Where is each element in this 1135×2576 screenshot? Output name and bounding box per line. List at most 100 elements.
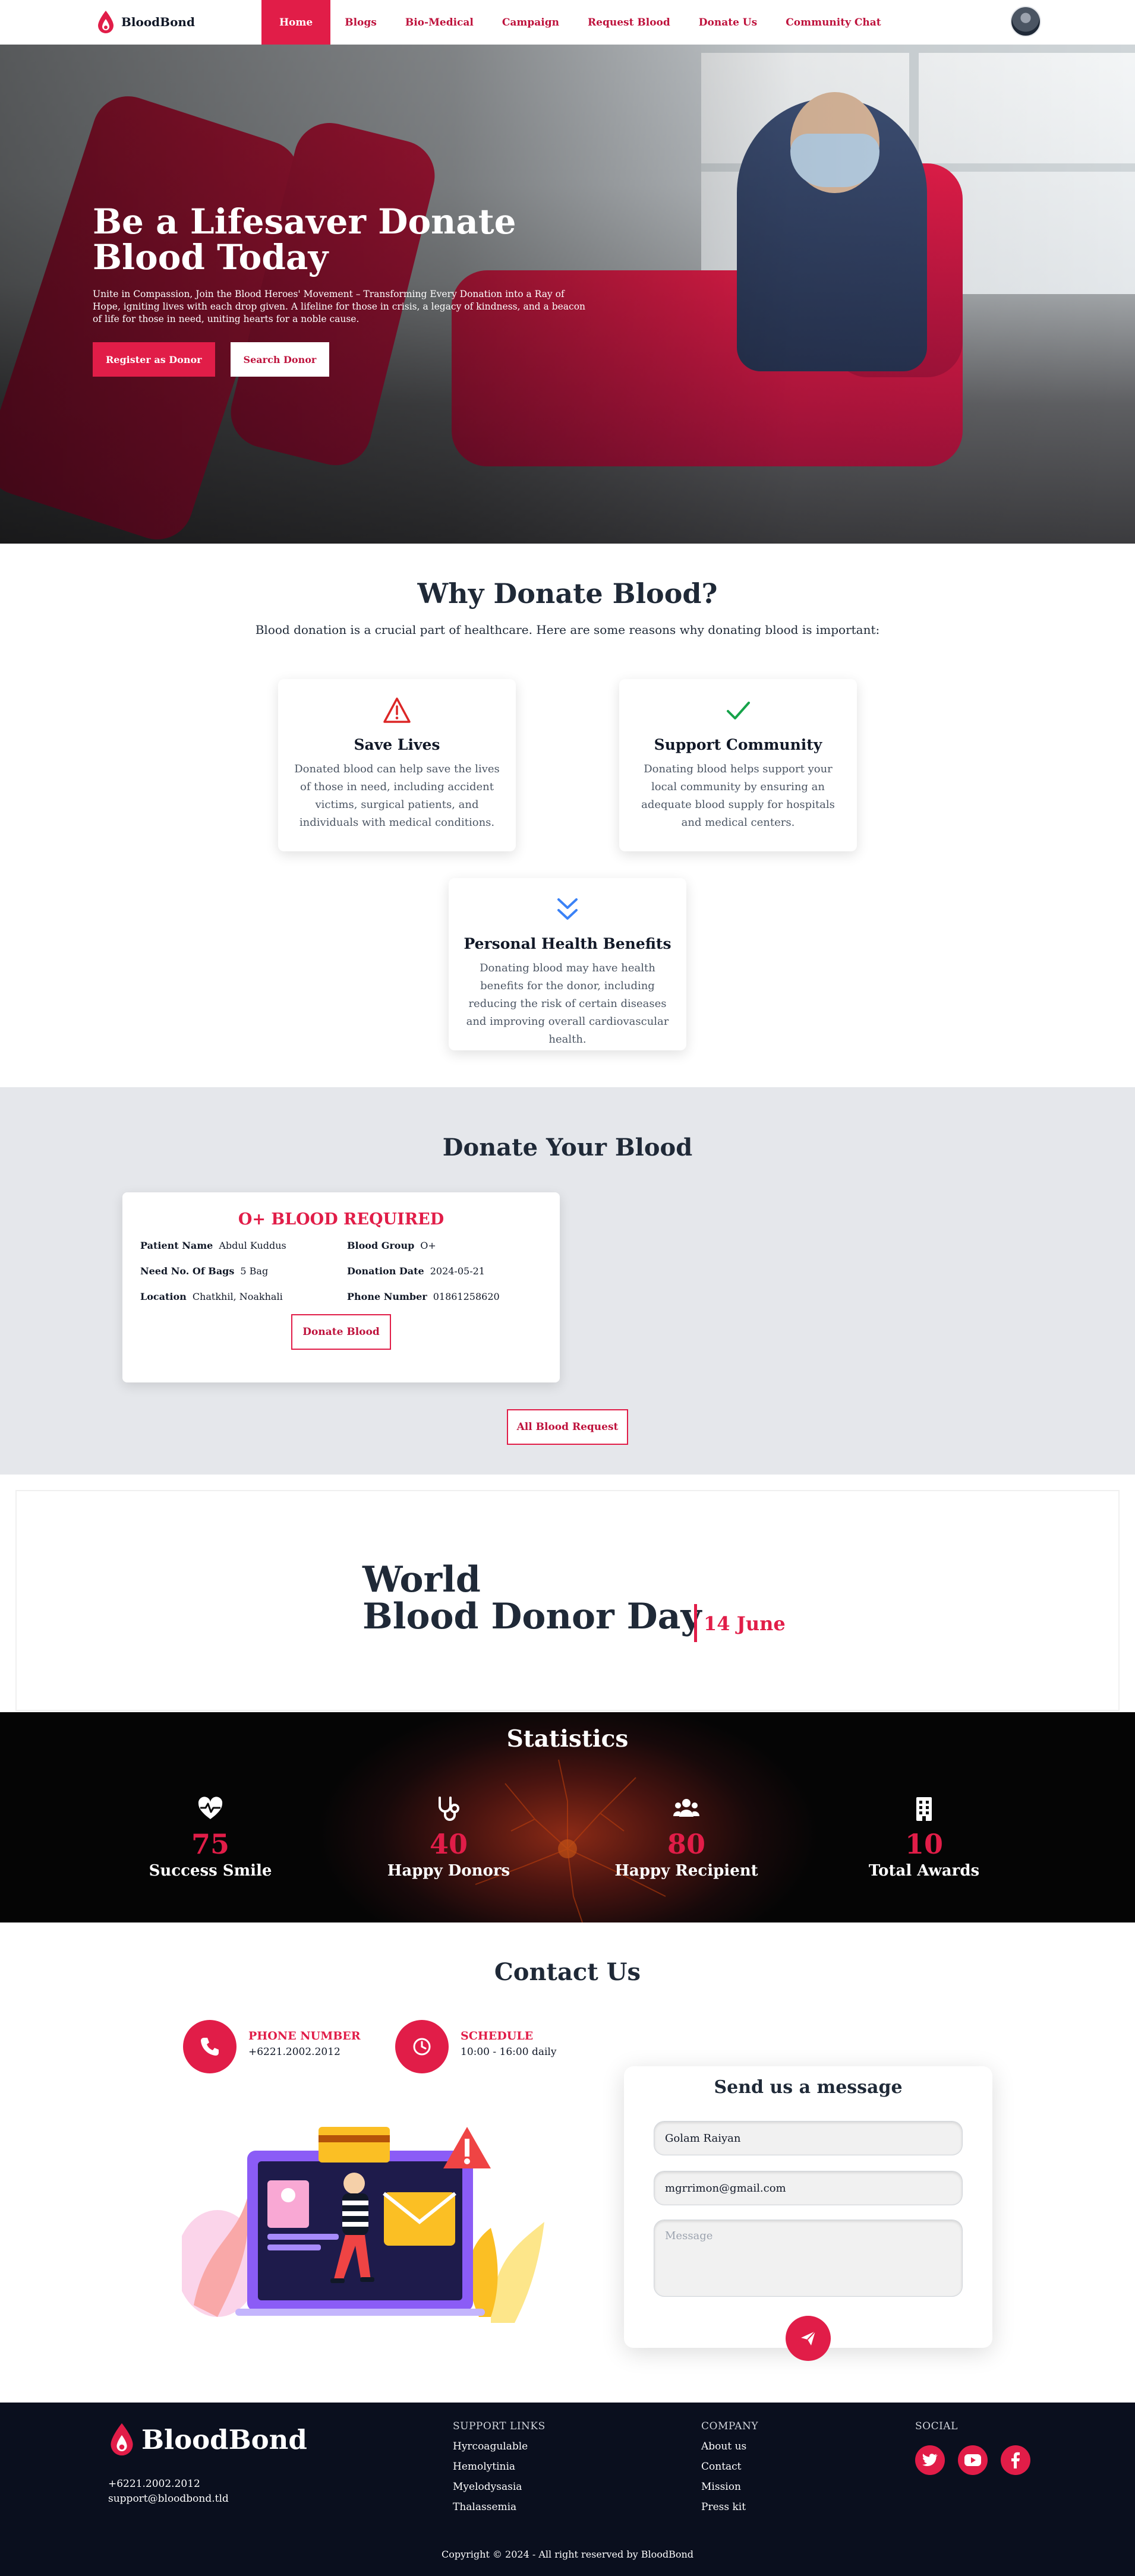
blood-drop-icon xyxy=(111,2423,133,2456)
reason-card-support-community: Support Community Donating blood helps s… xyxy=(619,679,857,851)
stat-label: Happy Recipient xyxy=(614,1862,758,1880)
register-donor-button[interactable]: Register as Donor xyxy=(93,342,215,377)
message-textarea[interactable]: Message xyxy=(654,2220,963,2297)
footer-support-title: SUPPORT LINKS xyxy=(453,2420,546,2432)
stat-label: Success Smile xyxy=(149,1862,272,1880)
wdd-title: World Blood Donor Day xyxy=(362,1561,701,1635)
donate-blood-button[interactable]: Donate Blood xyxy=(291,1314,391,1350)
send-message-button[interactable] xyxy=(786,2316,831,2361)
hero-title: Be a Lifesaver Donate Blood Today xyxy=(93,204,592,275)
stat-success-smile: 75 Success Smile xyxy=(92,1795,329,1880)
brand-logo[interactable]: BloodBond xyxy=(96,10,195,34)
footer-link[interactable]: Mission xyxy=(701,2481,758,2493)
contact-title: Contact Us xyxy=(494,1958,641,1986)
security-illustration xyxy=(182,2127,544,2323)
hero-actions: Register as Donor Search Donor xyxy=(93,342,592,377)
footer-link[interactable]: Hemolytinia xyxy=(453,2461,546,2473)
phone-icon xyxy=(201,2038,219,2056)
nav-request-blood[interactable]: Request Blood xyxy=(573,0,685,45)
hero-subtitle: Unite in Compassion, Join the Blood Hero… xyxy=(93,289,586,324)
copyright: Copyright © 2024 - All right reserved by… xyxy=(441,2549,694,2560)
stat-value: 40 xyxy=(429,1828,468,1860)
card-text: Donating blood may have health benefits … xyxy=(466,962,669,1046)
nav-donate-us[interactable]: Donate Us xyxy=(685,0,771,45)
schedule-value: 10:00 - 16:00 daily xyxy=(461,2046,557,2058)
footer-link[interactable]: Press kit xyxy=(701,2501,758,2513)
wdd-title-line2: Blood Donor Day xyxy=(362,1596,702,1637)
check-icon xyxy=(727,702,750,719)
footer-link[interactable]: Myelodysasia xyxy=(453,2481,546,2493)
donate-your-blood-section: Donate Your Blood O+ BLOOD REQUIRED Pati… xyxy=(0,1087,1135,1475)
hero-title-line2: Blood Today xyxy=(93,237,329,277)
card-title: Support Community xyxy=(654,736,822,753)
schedule-info-text: SCHEDULE 10:00 - 16:00 daily xyxy=(461,2020,556,2058)
donate-section-title: Donate Your Blood xyxy=(442,1134,693,1161)
brand-name: BloodBond xyxy=(121,15,195,29)
search-donor-button[interactable]: Search Donor xyxy=(230,342,330,377)
footer-link[interactable]: About us xyxy=(701,2441,758,2452)
footer-brand-name: BloodBond xyxy=(141,2423,307,2455)
location-field: Location Chatkhil, Noakhali xyxy=(140,1291,283,1302)
donation-date-field: Donation Date 2024-05-21 xyxy=(347,1265,485,1277)
stat-label: Total Awards xyxy=(868,1862,980,1880)
schedule-label: SCHEDULE xyxy=(461,2029,534,2043)
statistics-section: Statistics 75 Success Smile 40 Happy Don… xyxy=(0,1712,1135,1922)
why-donate-title: Why Donate Blood? xyxy=(417,577,718,610)
stat-value: 10 xyxy=(904,1828,943,1860)
name-input[interactable]: Golam Raiyan xyxy=(654,2121,963,2155)
card-title: Personal Health Benefits xyxy=(464,935,671,952)
clock-icon xyxy=(413,2038,431,2056)
footer-email[interactable]: support@bloodbond.tld xyxy=(108,2492,229,2506)
phone-value: +6221.2002.2012 xyxy=(248,2046,340,2058)
youtube-icon[interactable] xyxy=(958,2445,988,2475)
youtube-play-glyph xyxy=(964,2454,981,2466)
request-heading: O+ BLOOD REQUIRED xyxy=(238,1210,444,1229)
blood-group-field: Blood Group O+ xyxy=(347,1240,436,1251)
footer-link[interactable]: Thalassemia xyxy=(453,2501,546,2513)
twitter-icon[interactable] xyxy=(915,2445,945,2475)
blood-request-card: O+ BLOOD REQUIRED Patient Name Abdul Kudd… xyxy=(122,1192,560,1382)
nav-community-chat[interactable]: Community Chat xyxy=(771,0,895,45)
facebook-f-glyph xyxy=(1011,2452,1020,2468)
nav-bio-medical[interactable]: Bio-Medical xyxy=(391,0,488,45)
hero-section: Be a Lifesaver Donate Blood Today Unite … xyxy=(0,45,1135,544)
phone-number-field: Phone Number 01861258620 xyxy=(347,1291,500,1302)
world-blood-donor-day-banner: World Blood Donor Day 14 June xyxy=(15,1490,1120,1711)
footer-brand[interactable]: BloodBond xyxy=(108,2422,307,2457)
footer-company-links: COMPANY About us Contact Mission Press k… xyxy=(701,2420,758,2513)
nav-campaign[interactable]: Campaign xyxy=(488,0,573,45)
blood-drop-icon xyxy=(98,11,114,33)
hero-content: Be a Lifesaver Donate Blood Today Unite … xyxy=(93,204,592,377)
building-icon xyxy=(916,1797,932,1821)
wdd-divider xyxy=(694,1604,697,1642)
nav-blogs[interactable]: Blogs xyxy=(330,0,391,45)
footer-link[interactable]: Contact xyxy=(701,2461,758,2473)
why-donate-subtitle: Blood donation is a crucial part of heal… xyxy=(255,623,880,637)
hero-title-line1: Be a Lifesaver Donate xyxy=(93,201,516,242)
phone-label: PHONE NUMBER xyxy=(248,2029,361,2043)
heart-pulse-icon xyxy=(198,1797,223,1819)
top-navbar: BloodBond Home Blogs Bio-Medical Campaig… xyxy=(0,0,1135,45)
phone-info-text: PHONE NUMBER +6221.2002.2012 xyxy=(248,2020,361,2058)
email-input[interactable]: mgrrimon@gmail.com xyxy=(654,2171,963,2205)
wdd-date: 14 June xyxy=(704,1612,786,1635)
stat-happy-donors: 40 Happy Donors xyxy=(330,1795,568,1880)
card-text: Donating blood helps support your local … xyxy=(641,763,835,829)
users-icon xyxy=(673,1799,700,1817)
nav-home[interactable]: Home xyxy=(261,0,331,45)
site-footer: BloodBond +6221.2002.2012 support@bloodb… xyxy=(0,2403,1135,2576)
warning-triangle-icon xyxy=(383,697,411,723)
stat-value: 80 xyxy=(667,1828,705,1860)
social-icons xyxy=(915,2445,1030,2475)
form-title: Send us a message xyxy=(714,2077,903,2098)
footer-link[interactable]: Hyrcoagulable xyxy=(453,2441,546,2452)
stethoscope-icon xyxy=(439,1797,459,1821)
reason-card-health-benefits: Personal Health Benefits Donating blood … xyxy=(449,878,686,1050)
user-avatar[interactable] xyxy=(1010,6,1041,37)
all-blood-request-button[interactable]: All Blood Request xyxy=(507,1409,628,1445)
footer-phone: +6221.2002.2012 xyxy=(108,2478,200,2490)
nav-links: Home Blogs Bio-Medical Campaign Request … xyxy=(261,0,896,45)
phone-info: PHONE NUMBER +6221.2002.2012 xyxy=(183,2020,361,2073)
twitter-bird-glyph xyxy=(922,2454,938,2466)
facebook-icon[interactable] xyxy=(1001,2445,1030,2475)
